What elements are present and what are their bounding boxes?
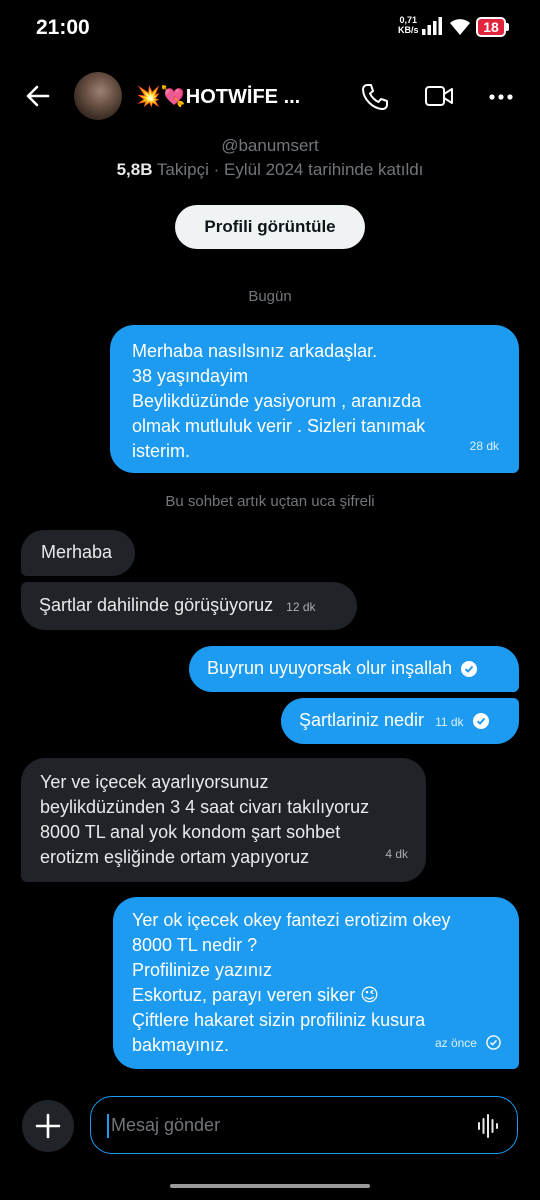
chat-title[interactable]: 💥💘HOTWİFE ... xyxy=(136,84,300,109)
message-input[interactable]: Mesaj gönder xyxy=(90,1096,518,1154)
encryption-notice: Bu sohbet artık uçtan uca şifreli xyxy=(165,493,375,510)
message-input-placeholder: Mesaj gönder xyxy=(111,1115,221,1135)
message-bubble-outgoing[interactable]: Merhaba nasılsınız arkadaşlar. 38 yaşınd… xyxy=(110,325,519,473)
message-status: az önce xyxy=(435,1029,501,1056)
message-time: 11 dk xyxy=(435,715,464,729)
message-composer: Mesaj gönder xyxy=(0,1090,540,1160)
status-time: 21:00 xyxy=(36,16,90,39)
view-profile-button[interactable]: Profili görüntüle xyxy=(175,205,365,249)
message-bubble-incoming[interactable]: Merhaba xyxy=(21,530,135,576)
read-check-icon xyxy=(472,713,489,730)
chat-header: 💥💘HOTWİFE ... xyxy=(0,66,540,128)
message-time: az önce xyxy=(434,1036,477,1050)
message-time: 28 dk xyxy=(469,439,499,453)
message-bubble-outgoing[interactable]: Buyrun uyuyorsak olur inşallah xyxy=(189,646,519,692)
video-icon[interactable] xyxy=(424,84,454,108)
profile-stats: 5,8B Takipçi · Eylül 2024 tarihinde katı… xyxy=(116,160,424,179)
date-separator: Bugün xyxy=(248,288,292,305)
message-bubble-outgoing[interactable]: Şartlariniz nedir 11 dk xyxy=(281,698,519,744)
sent-check-icon xyxy=(486,1034,501,1050)
battery-indicator: 18 xyxy=(476,17,509,37)
profile-handle: @banumsert xyxy=(221,136,319,155)
gesture-nav-bar[interactable] xyxy=(170,1184,370,1188)
more-icon[interactable] xyxy=(488,84,514,110)
message-bubble-outgoing[interactable]: Yer ok içecek okey fantezi erotizim okey… xyxy=(113,897,519,1069)
back-arrow-icon[interactable] xyxy=(24,82,52,110)
message-bubble-incoming[interactable]: Yer ve içecek ayarlıyorsunuz beylikdüzün… xyxy=(21,758,426,882)
message-time: 12 dk xyxy=(286,600,316,614)
add-attachment-button[interactable] xyxy=(22,1100,74,1152)
avatar[interactable] xyxy=(74,72,122,120)
wifi-icon xyxy=(450,19,470,35)
message-time: 4 dk xyxy=(385,847,408,861)
read-check-icon xyxy=(461,661,478,678)
message-bubble-incoming[interactable]: Şartlar dahilinde görüşüyoruz 12 dk xyxy=(21,582,357,630)
voice-message-icon[interactable] xyxy=(477,1114,499,1138)
signal-icon xyxy=(422,17,442,35)
phone-icon[interactable] xyxy=(360,82,390,112)
plus-icon xyxy=(35,1113,61,1139)
status-bar: 21:00 0,71 KB/s 18 xyxy=(0,0,540,56)
text-caret xyxy=(107,1114,109,1138)
network-speed: 0,71 KB/s xyxy=(398,15,419,35)
